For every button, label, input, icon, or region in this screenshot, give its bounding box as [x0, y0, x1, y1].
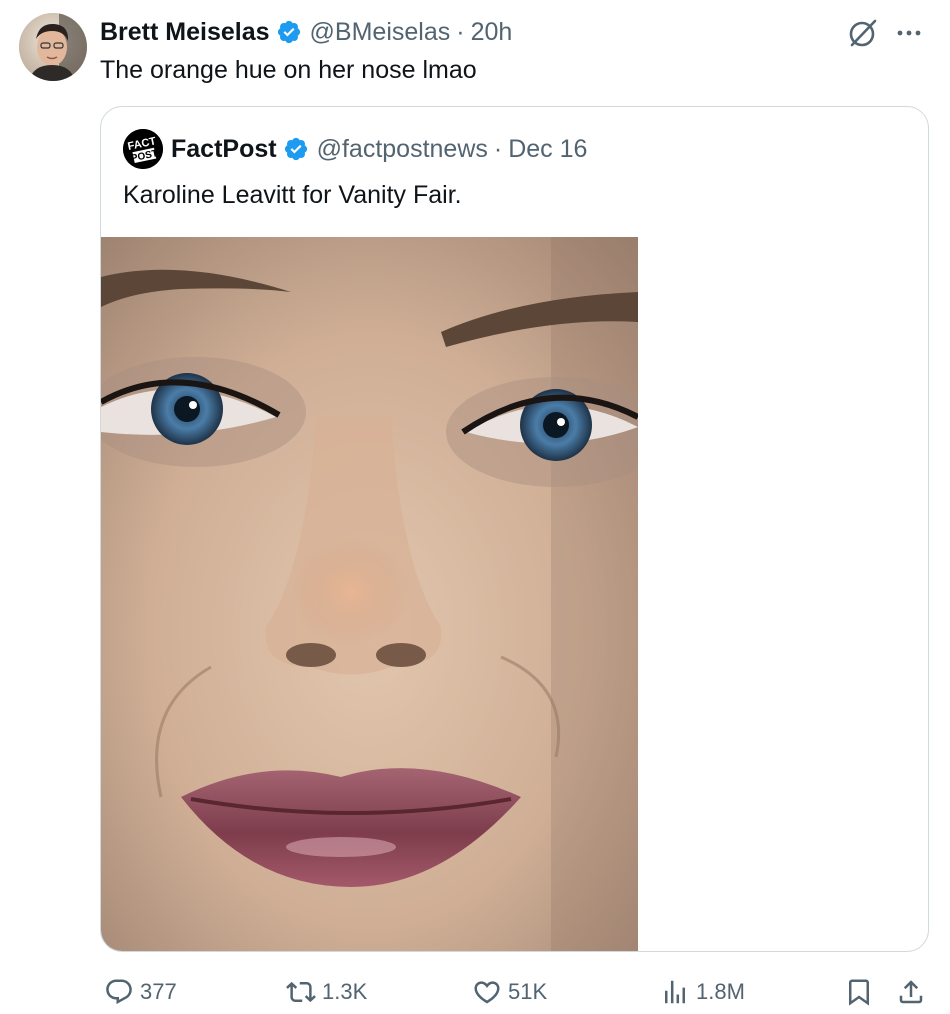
- repost-count: 1.3K: [322, 979, 368, 1004]
- repost-button[interactable]: 1.3K: [286, 972, 367, 1012]
- quoted-tweet[interactable]: FACT POST FactPost @factpostnews · Dec 1…: [100, 106, 929, 952]
- more-icon[interactable]: [892, 16, 926, 50]
- like-button[interactable]: 51K: [472, 972, 547, 1012]
- reply-icon: [106, 979, 132, 1005]
- repost-icon: [286, 981, 316, 1003]
- reply-button[interactable]: 377: [104, 972, 177, 1012]
- tweet-text: The orange hue on her nose lmao: [100, 56, 477, 84]
- quoted-date[interactable]: Dec 16: [508, 131, 587, 167]
- share-icon: [899, 980, 923, 1004]
- quoted-handle[interactable]: @factpostnews: [317, 131, 488, 167]
- share-button[interactable]: [896, 972, 932, 1012]
- author-handle[interactable]: @BMeiselas: [310, 14, 451, 50]
- quoted-header: FactPost @factpostnews · Dec 16: [171, 131, 587, 167]
- author-avatar[interactable]: [19, 13, 87, 81]
- like-count: 51K: [508, 979, 548, 1004]
- bookmark-icon: [849, 979, 869, 1006]
- bookmark-button[interactable]: [844, 972, 880, 1012]
- quoted-image[interactable]: [101, 237, 638, 951]
- avatar-photo: [19, 13, 87, 81]
- tweet-header: Brett Meiselas @BMeiselas · 20h: [100, 14, 512, 50]
- like-icon: [474, 981, 500, 1004]
- views-icon: [665, 980, 685, 1004]
- factpost-logo: FACT POST: [123, 129, 163, 169]
- reply-count: 377: [140, 979, 177, 1004]
- views-count: 1.8M: [696, 979, 745, 1004]
- separator-dot: ·: [493, 135, 503, 163]
- quoted-name[interactable]: FactPost: [171, 131, 277, 167]
- separator-dot: ·: [456, 18, 465, 46]
- quoted-text: Karoline Leavitt for Vanity Fair.: [123, 181, 462, 209]
- tweet-time[interactable]: 20h: [471, 14, 513, 50]
- quoted-avatar[interactable]: FACT POST: [123, 129, 163, 169]
- action-bar: 377 1.3K 51K 1.8M: [100, 972, 940, 1012]
- portrait-photo: [101, 237, 638, 951]
- grok-icon[interactable]: [846, 16, 880, 50]
- views-button[interactable]: 1.8M: [660, 972, 745, 1012]
- verified-badge-icon[interactable]: [283, 136, 309, 162]
- verified-badge-icon[interactable]: [276, 19, 302, 45]
- author-name[interactable]: Brett Meiselas: [100, 14, 270, 50]
- tweet: Brett Meiselas @BMeiselas · 20h The oran…: [0, 0, 950, 1014]
